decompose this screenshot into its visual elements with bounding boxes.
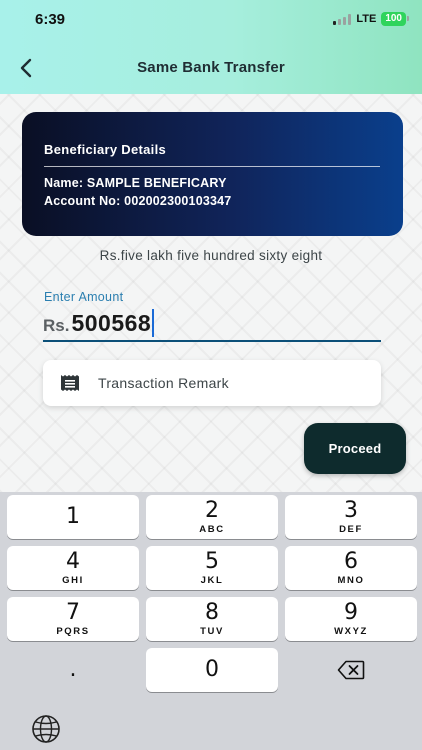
text-cursor — [152, 309, 155, 337]
key-3[interactable]: 3 DEF — [285, 495, 417, 539]
key-0[interactable]: 0 — [146, 648, 278, 692]
proceed-button[interactable]: Proceed — [304, 423, 406, 474]
key-letters: WXYZ — [334, 625, 368, 637]
key-delete[interactable] — [285, 648, 417, 692]
amount-value: 500568 — [71, 309, 152, 336]
key-4[interactable]: 4 GHI — [7, 546, 139, 590]
key-7[interactable]: 7 PQRS — [7, 597, 139, 641]
key-6[interactable]: 6 MNO — [285, 546, 417, 590]
beneficiary-card: Beneficiary Details Name: SAMPLE BENEFIC… — [22, 112, 403, 236]
amount-label: Enter Amount — [44, 290, 124, 304]
key-1[interactable]: 1 — [7, 495, 139, 539]
status-time: 6:39 — [35, 11, 66, 28]
key-digit: 2 — [205, 497, 219, 523]
key-9[interactable]: 9 WXYZ — [285, 597, 417, 641]
key-letters: ABC — [199, 523, 225, 535]
currency-prefix: Rs. — [43, 316, 70, 335]
transaction-remark-input[interactable]: Transaction Remark — [43, 360, 381, 406]
key-digit: 8 — [205, 599, 219, 625]
beneficiary-account: Account No: 002002300103347 — [44, 194, 232, 208]
globe-icon[interactable] — [31, 714, 61, 744]
key-digit: 3 — [344, 497, 358, 523]
network-type: LTE — [356, 13, 377, 25]
page-title: Same Bank Transfer — [137, 59, 285, 76]
header: 6:39 LTE 100 Same Bank Transfer — [0, 0, 422, 94]
key-digit: . — [69, 657, 77, 682]
numeric-keyboard: 1 2 ABC 3 DEF 4 GHI 5 JKL 6 MNO 7 PQRS 8… — [0, 492, 422, 750]
amount-in-words: Rs.five lakh five hundred sixty eight — [99, 248, 323, 263]
key-2[interactable]: 2 ABC — [146, 495, 278, 539]
key-digit: 4 — [66, 548, 80, 574]
battery-icon: 100 — [381, 12, 409, 26]
backspace-icon — [337, 660, 365, 680]
key-digit: 7 — [66, 599, 80, 625]
key-digit: 6 — [344, 548, 358, 574]
key-letters: JKL — [200, 574, 224, 586]
key-letters: MNO — [337, 574, 365, 586]
transfer-form: Beneficiary Details Name: SAMPLE BENEFIC… — [0, 94, 422, 492]
key-letters: PQRS — [56, 625, 90, 637]
key-decimal[interactable]: . — [7, 648, 139, 692]
key-digit: 1 — [66, 504, 80, 529]
receipt-icon — [59, 372, 81, 394]
beneficiary-title: Beneficiary Details — [44, 142, 167, 157]
amount-input[interactable]: Rs. 500568 — [43, 306, 381, 342]
key-digit: 0 — [205, 657, 219, 682]
status-indicators: LTE 100 — [333, 12, 409, 26]
beneficiary-name: Name: SAMPLE BENEFICARY — [44, 176, 227, 190]
card-divider — [44, 166, 380, 167]
signal-icon — [333, 13, 352, 25]
key-letters: GHI — [62, 574, 84, 586]
key-5[interactable]: 5 JKL — [146, 546, 278, 590]
key-letters: TUV — [200, 625, 224, 637]
key-digit: 5 — [205, 548, 219, 574]
remark-placeholder: Transaction Remark — [98, 375, 229, 391]
key-digit: 9 — [344, 599, 358, 625]
key-8[interactable]: 8 TUV — [146, 597, 278, 641]
key-letters: DEF — [339, 523, 363, 535]
